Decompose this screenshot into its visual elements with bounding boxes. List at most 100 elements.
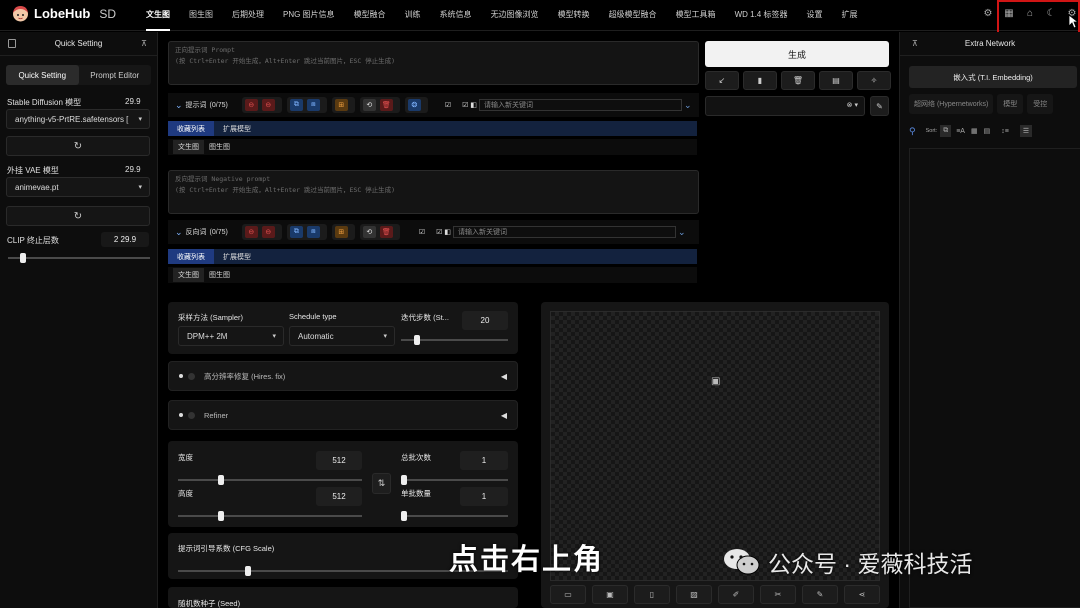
zip-button[interactable]: ▯ <box>634 585 670 604</box>
negative-prompt-textarea[interactable]: 反向提示词 Negative prompt (按 Ctrl+Enter 开始生成… <box>168 170 699 214</box>
collapse-icon[interactable]: ⌄ <box>175 227 183 238</box>
tab-model-convert[interactable]: 模型转换 <box>558 9 590 31</box>
copy-icon[interactable]: ⧉ <box>289 226 303 238</box>
sort-path-icon[interactable]: ⧉ <box>940 125 952 137</box>
search-icon[interactable]: ⚲ <box>909 126 916 137</box>
generate-button[interactable]: 生成 <box>705 41 889 67</box>
slider-knob[interactable] <box>401 511 407 521</box>
refresh-vae-button[interactable]: ↻ <box>6 206 150 226</box>
tab-system-info[interactable]: 系统信息 <box>440 9 472 31</box>
toggle-icon[interactable] <box>188 372 195 380</box>
tab-settings[interactable]: 设置 <box>806 9 822 31</box>
tab-checkpoints[interactable]: 模型 <box>997 94 1024 114</box>
translate-icon[interactable]: ⊞ <box>334 99 348 111</box>
styles-button[interactable]: ▤ <box>819 71 853 90</box>
expand-icon[interactable]: ⌄ <box>684 100 692 111</box>
settings-cog-icon[interactable]: ⚙ <box>982 7 994 19</box>
clear-prompt-button[interactable]: 🗑 <box>781 71 815 90</box>
batch-count-input[interactable]: 1 <box>460 451 508 470</box>
sidebar-toggle-icon[interactable] <box>8 39 16 48</box>
gpt-icon[interactable]: ❂ <box>407 99 421 111</box>
read-params-button[interactable]: ↙ <box>705 71 739 90</box>
trash-icon[interactable]: 🗑 <box>379 226 393 238</box>
tab-super-merger[interactable]: 超级模型融合 <box>609 9 657 31</box>
sd-model-select[interactable]: anything-v5-PrtRE.safetensors [ ▾ <box>6 109 150 129</box>
remove-icon[interactable]: ⊖ <box>261 99 275 111</box>
app-logo[interactable]: LobeHub SD <box>12 4 116 23</box>
sampler-select[interactable]: DPM++ 2M ▾ <box>178 326 284 346</box>
batch-size-slider[interactable] <box>401 511 508 521</box>
refiner-accordion[interactable]: Refiner ◀ <box>168 400 518 430</box>
batch-count-slider[interactable] <box>401 475 508 485</box>
styles-select[interactable]: ⊗ ▾ <box>705 96 865 116</box>
subtab-img2img[interactable]: 图生图 <box>204 268 235 282</box>
trash-icon[interactable]: 🗑 <box>379 99 393 111</box>
tab-favorites[interactable]: 收藏列表 <box>168 121 214 136</box>
height-input[interactable]: 512 <box>316 487 362 506</box>
prompt-keyword-input[interactable]: 请输入新关键词 <box>479 99 683 111</box>
tab-favorites[interactable]: 收藏列表 <box>168 249 214 264</box>
history-icon[interactable]: ⟲ <box>362 99 376 111</box>
toggle-icon[interactable] <box>188 411 195 419</box>
copy-icon[interactable]: ⧉ <box>289 99 303 111</box>
width-input[interactable]: 512 <box>316 451 362 470</box>
tab-model-toolkit[interactable]: 模型工具箱 <box>676 9 716 31</box>
tab-extension-models[interactable]: 扩展模型 <box>214 124 260 134</box>
tab-txt2img[interactable]: 文生图 <box>146 9 170 31</box>
collapse-arrow-icon[interactable]: ◀ <box>501 372 507 381</box>
share-button[interactable]: ⋖ <box>844 585 880 604</box>
tab-infinite-browser[interactable]: 无边图像浏览 <box>491 9 539 31</box>
tab-embedding[interactable]: 嵌入式 (T.I. Embedding) <box>909 66 1077 88</box>
tree-view-icon[interactable]: ☰ <box>1019 125 1033 137</box>
checkbox-icon[interactable]: ☑ <box>436 228 442 236</box>
slider-knob[interactable] <box>20 253 26 263</box>
steps-input[interactable]: 20 <box>462 311 508 330</box>
remove-icon[interactable]: ⊖ <box>261 226 275 238</box>
clip-skip-slider[interactable] <box>8 253 150 263</box>
paste-icon[interactable]: ⧈ <box>306 99 320 111</box>
negative-keyword-input[interactable]: 请输入新关键词 <box>453 226 677 238</box>
stop-icon[interactable]: ⊖ <box>244 226 258 238</box>
tab-checkpoint-merger[interactable]: 模型融合 <box>354 9 386 31</box>
panel-icon[interactable]: ◧ <box>470 101 477 109</box>
steps-slider[interactable] <box>401 335 508 345</box>
expand-icon[interactable]: ⌄ <box>678 227 686 238</box>
width-slider[interactable] <box>178 475 362 485</box>
send-extras-button[interactable]: ✂ <box>760 585 796 604</box>
subtab-txt2img[interactable]: 文生图 <box>173 268 204 282</box>
pin-icon[interactable]: ⊼ <box>141 39 147 48</box>
save-button[interactable]: ▣ <box>592 585 628 604</box>
slider-knob[interactable] <box>218 511 224 521</box>
tab-lora[interactable]: 受控 <box>1027 94 1054 114</box>
sort-modified-icon[interactable]: ▤ <box>984 127 991 135</box>
tab-wd-tagger[interactable]: WD 1.4 标签器 <box>735 9 788 31</box>
send-img2img-button[interactable]: ▨ <box>676 585 712 604</box>
slider-knob[interactable] <box>414 335 420 345</box>
seg-prompt-editor[interactable]: Prompt Editor <box>79 65 152 85</box>
refresh-sd-model-button[interactable]: ↻ <box>6 136 150 156</box>
tab-png-info[interactable]: PNG 图片信息 <box>283 9 335 31</box>
slider-knob[interactable] <box>218 475 224 485</box>
seg-quick-setting[interactable]: Quick Setting <box>6 65 79 85</box>
subtab-img2img[interactable]: 图生图 <box>204 140 235 154</box>
tab-extensions[interactable]: 扩展 <box>841 9 857 31</box>
sort-name-icon[interactable]: ≡A <box>956 128 965 135</box>
clip-skip-input[interactable]: 2 29.9 <box>101 232 149 247</box>
paste-icon[interactable]: ⧈ <box>306 226 320 238</box>
tab-img2img[interactable]: 图生图 <box>189 9 213 31</box>
height-slider[interactable] <box>178 511 362 521</box>
panel-icon[interactable]: ◧ <box>444 228 451 236</box>
prompt-textarea[interactable]: 正向提示词 Prompt (按 Ctrl+Enter 开始生成，Alt+Ente… <box>168 41 699 85</box>
slider-knob[interactable] <box>245 566 251 576</box>
magic-button[interactable]: ✧ <box>857 71 891 90</box>
hires-fix-accordion[interactable]: 高分辨率修复 (Hires. fix) ◀ <box>168 361 518 391</box>
edit-image-button[interactable]: ✎ <box>802 585 838 604</box>
stop-icon[interactable]: ⊖ <box>244 99 258 111</box>
send-inpaint-button[interactable]: ✐ <box>718 585 754 604</box>
open-folder-button[interactable]: ▭ <box>550 585 586 604</box>
slider-knob[interactable] <box>401 475 407 485</box>
subtab-txt2img[interactable]: 文生图 <box>173 140 204 154</box>
batch-size-input[interactable]: 1 <box>460 487 508 506</box>
collapse-icon[interactable]: ⌄ <box>175 100 183 111</box>
sort-order-icon[interactable]: ↕≡ <box>1001 128 1009 135</box>
